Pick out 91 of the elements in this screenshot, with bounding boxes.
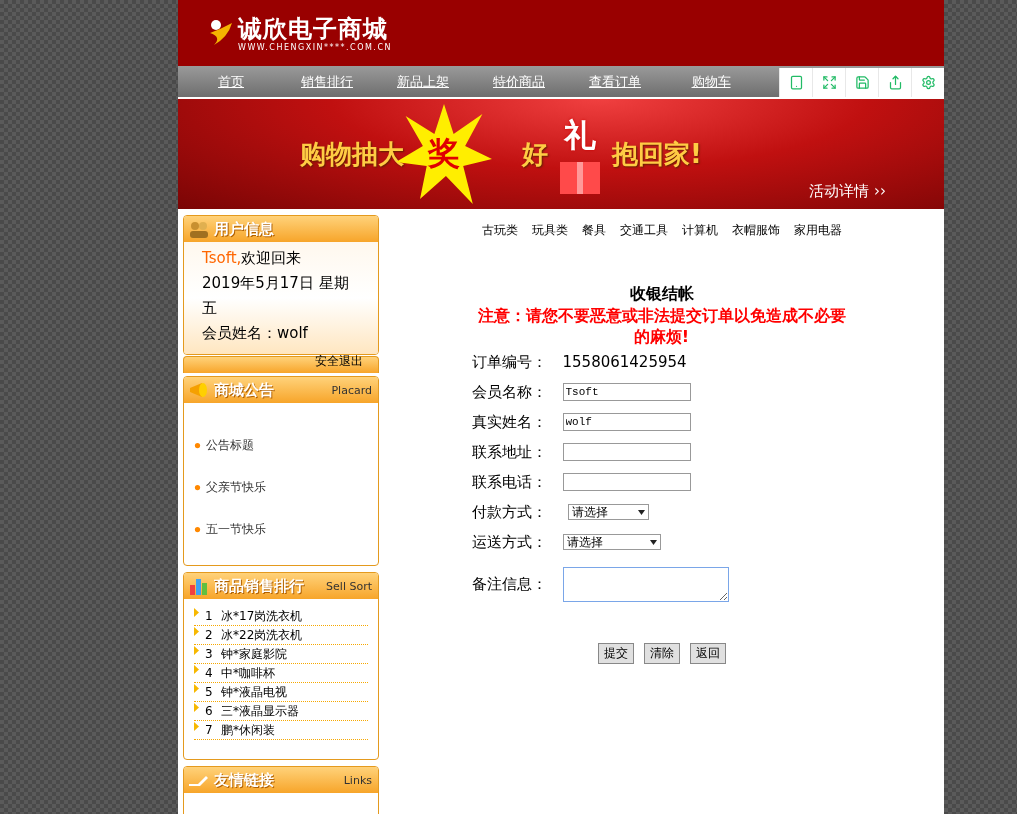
nav-link[interactable]: 购物车 — [663, 72, 759, 91]
product-link[interactable]: 冰*22岗洗衣机 — [221, 626, 303, 644]
tablet-icon — [788, 75, 804, 90]
category-link[interactable]: 交通工具 — [619, 222, 668, 239]
settings-icon — [920, 75, 936, 90]
banner-text: 好 — [522, 137, 548, 171]
notice-link[interactable]: 公告标题 — [206, 436, 254, 454]
field-label: 联系电话： — [471, 472, 548, 492]
caret-icon — [649, 539, 657, 545]
textarea-field[interactable] — [562, 566, 729, 602]
rank-number: 6 — [205, 704, 214, 718]
select-dropdown[interactable]: 请选择 — [567, 504, 649, 520]
form-button[interactable]: 提交 — [597, 643, 634, 664]
category-link[interactable]: 餐具 — [581, 222, 606, 239]
category-link[interactable]: 玩具类 — [531, 222, 568, 239]
triangle-bullet-icon — [194, 608, 199, 617]
product-link[interactable]: 钟*液晶电视 — [221, 683, 287, 701]
box-subtitle: Links — [343, 773, 372, 787]
welcome-text: Tsoft,欢迎回来 — [202, 248, 303, 269]
select-dropdown[interactable]: 请选择 — [562, 534, 661, 550]
category-link[interactable]: 计算机 — [681, 222, 718, 239]
nav-link[interactable]: 查看订单 — [567, 72, 663, 91]
triangle-bullet-icon — [194, 722, 199, 731]
notice-link[interactable]: 父亲节快乐 — [206, 478, 266, 496]
box-title: 商城公告 — [214, 380, 275, 400]
field-label: 备注信息： — [471, 574, 548, 594]
nav-link[interactable]: 销售排行 — [279, 72, 375, 91]
logout-link[interactable]: 安全退出 — [315, 353, 363, 370]
form-title: 收银结帐 — [628, 284, 695, 305]
category-link[interactable]: 家用电器 — [793, 222, 842, 239]
rank-number: 3 — [205, 647, 214, 661]
box-title: 友情链接 — [214, 770, 275, 790]
rank-number: 2 — [205, 628, 214, 642]
megaphone-icon — [188, 381, 210, 399]
details-link[interactable]: 活动详情 ›› — [809, 182, 886, 201]
triangle-bullet-icon — [194, 665, 199, 674]
save-icon — [854, 75, 870, 90]
nav-link[interactable]: 特价商品 — [471, 72, 567, 91]
product-link[interactable]: 冰*17岗洗衣机 — [221, 607, 303, 625]
nav-link[interactable]: 首页 — [183, 72, 279, 91]
star-bullet-icon — [194, 441, 201, 449]
order-number: 1558061425954 — [562, 353, 687, 371]
caret-icon — [637, 509, 645, 515]
users-icon — [188, 220, 210, 238]
triangle-bullet-icon — [194, 684, 199, 693]
logo-title: 诚欣电子商城 — [238, 14, 389, 43]
star-bullet-icon — [194, 483, 201, 491]
member-name: 会员姓名：wolf — [202, 323, 309, 344]
triangle-bullet-icon — [194, 703, 199, 712]
box-subtitle: Sell Sort — [326, 579, 372, 593]
category-link[interactable]: 古玩类 — [481, 222, 518, 239]
field-label: 运送方式： — [471, 532, 548, 552]
field-label: 真实姓名： — [471, 412, 548, 432]
box-title: 商品销售排行 — [214, 576, 305, 596]
rank-number: 1 — [205, 609, 214, 623]
field-label: 联系地址： — [471, 442, 548, 462]
triangle-bullet-icon — [194, 646, 199, 655]
banner-text: 购物抽大 — [300, 137, 404, 171]
bar-chart-icon — [188, 577, 210, 595]
input-field[interactable] — [562, 443, 691, 461]
star-bullet-icon — [194, 525, 201, 533]
share-icon — [887, 75, 903, 90]
logo-icon — [208, 19, 234, 47]
product-link[interactable]: 钟*家庭影院 — [221, 645, 287, 663]
input-field[interactable]: Tsoft — [562, 383, 691, 401]
form-button[interactable]: 返回 — [689, 643, 726, 664]
nav-link[interactable]: 新品上架 — [375, 72, 471, 91]
input-field[interactable] — [562, 473, 691, 491]
field-label: 付款方式： — [471, 502, 548, 522]
warning-text: 注意：请您不要恶意或非法提交订单以免造成不必要的麻烦! — [476, 305, 847, 347]
banner-text: 奖 — [428, 133, 460, 174]
banner-text: 礼 — [564, 115, 596, 156]
field-label: 会员名称： — [471, 382, 548, 402]
date-text: 2019年5月17日 星期五 — [202, 273, 350, 319]
box-title: 用户信息 — [214, 219, 275, 239]
box-subtitle: Placard — [331, 383, 372, 397]
input-field[interactable]: wolf — [562, 413, 691, 431]
expand-icon — [821, 75, 837, 90]
form-button[interactable]: 清除 — [643, 643, 680, 664]
notice-link[interactable]: 五一节快乐 — [206, 520, 266, 538]
rank-number: 7 — [205, 723, 214, 737]
rank-number: 5 — [205, 685, 214, 699]
category-link[interactable]: 衣帽服饰 — [731, 222, 780, 239]
rank-number: 4 — [205, 666, 214, 680]
field-label: 订单编号： — [471, 352, 548, 372]
product-link[interactable]: 鹏*休闲装 — [221, 721, 275, 739]
logo-url: WWW.CHENGXIN****.COM.CN — [238, 42, 392, 52]
banner-text: 抱回家! — [612, 137, 702, 171]
product-link[interactable]: 三*液晶显示器 — [221, 702, 299, 720]
product-link[interactable]: 中*咖啡杯 — [221, 664, 275, 682]
triangle-bullet-icon — [194, 627, 199, 636]
